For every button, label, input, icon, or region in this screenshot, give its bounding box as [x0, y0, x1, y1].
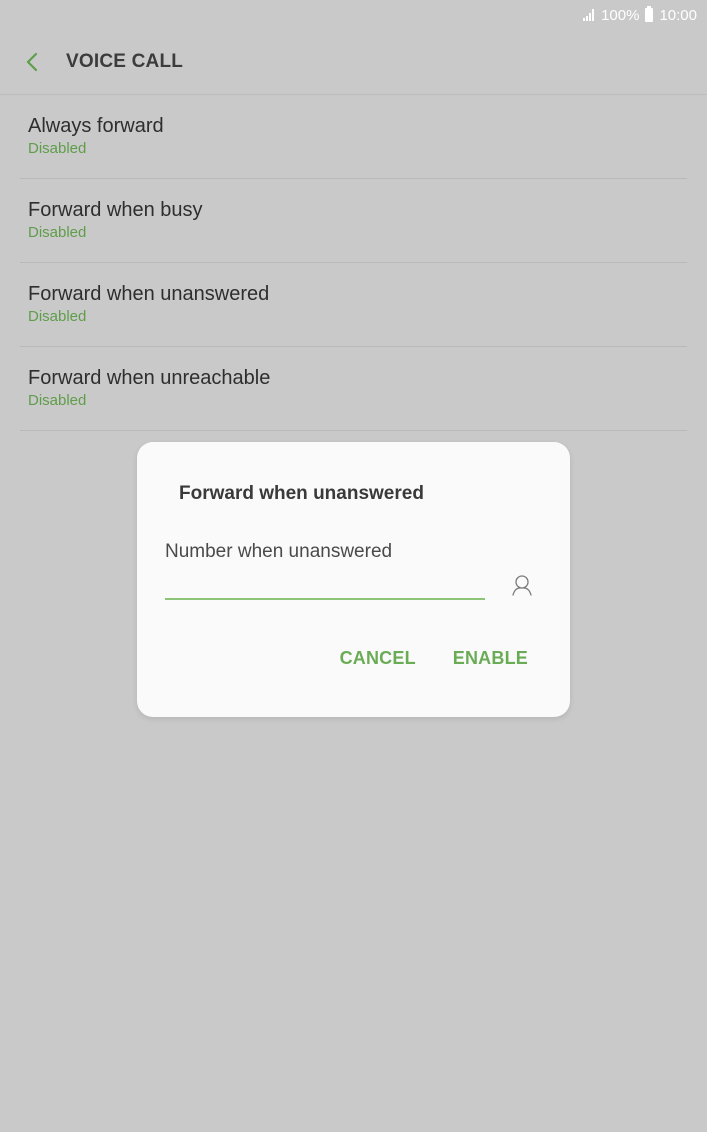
app-bar: VOICE CALL [0, 30, 707, 95]
contact-picker-button[interactable] [507, 570, 537, 600]
item-title: Always forward [28, 115, 164, 137]
list-item-forward-when-unreachable[interactable]: Forward when unreachable Disabled [20, 347, 687, 431]
list-item-forward-when-busy[interactable]: Forward when busy Disabled [20, 179, 687, 263]
number-field-label: Number when unanswered [165, 541, 393, 562]
clock: 10:00 [659, 6, 697, 24]
list-item-forward-when-unanswered[interactable]: Forward when unanswered Disabled [20, 263, 687, 347]
item-status: Disabled [28, 308, 87, 325]
page-title: VOICE CALL [66, 51, 184, 72]
item-status: Disabled [28, 224, 87, 241]
item-title: Forward when unreachable [28, 367, 271, 389]
status-bar: 100% 10:00 [0, 0, 707, 30]
item-title: Forward when unanswered [28, 283, 270, 305]
dialog-actions: CANCEL ENABLE [340, 648, 528, 669]
settings-list: Always forward Disabled Forward when bus… [20, 95, 687, 431]
list-item-always-forward[interactable]: Always forward Disabled [20, 95, 687, 179]
contact-person-icon [512, 575, 532, 596]
dialog-title: Forward when unanswered [179, 483, 424, 504]
item-status: Disabled [28, 392, 87, 409]
forward-dialog: Forward when unanswered Number when unan… [137, 442, 570, 717]
battery-percentage: 100% [601, 6, 640, 24]
signal-icon [583, 9, 595, 21]
back-arrow-icon [26, 52, 38, 72]
enable-button[interactable]: ENABLE [453, 648, 528, 669]
back-button[interactable] [0, 30, 64, 94]
cancel-button[interactable]: CANCEL [340, 648, 416, 669]
item-status: Disabled [28, 140, 87, 157]
battery-icon [645, 6, 654, 22]
item-title: Forward when busy [28, 199, 203, 221]
number-input[interactable] [165, 570, 485, 600]
